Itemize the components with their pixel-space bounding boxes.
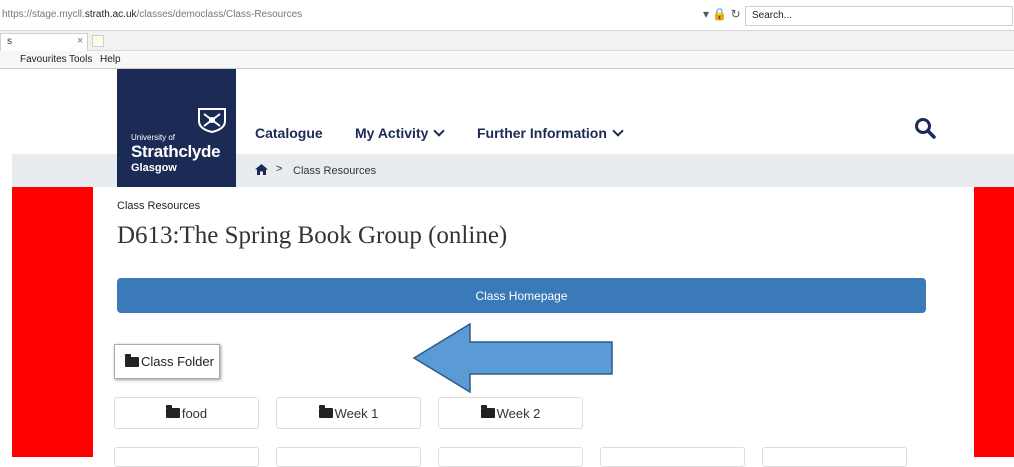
red-margin-right	[974, 187, 1014, 457]
logo-strathclyde: Strathclyde	[131, 142, 221, 161]
browser-address-bar[interactable]: https://stage.mycll.strath.ac.uk/classes…	[0, 0, 1014, 31]
page-title: D613:The Spring Book Group (online)	[117, 222, 508, 249]
search-icon[interactable]	[914, 117, 936, 139]
menu-tools[interactable]: Tools	[69, 54, 92, 65]
folder-button[interactable]	[276, 447, 421, 467]
folder-button-food[interactable]: food	[114, 397, 259, 429]
browser-tab[interactable]: s ×	[0, 33, 88, 51]
crest-icon	[198, 108, 226, 133]
nav-my-activity[interactable]: My Activity	[355, 125, 446, 141]
browser-search-input[interactable]: Search...	[745, 6, 1013, 26]
class-homepage-button[interactable]: Class Homepage	[117, 278, 926, 313]
tab-label: s	[7, 36, 12, 47]
university-logo[interactable]: University of Strathclyde Glasgow	[117, 69, 236, 187]
nav-catalogue[interactable]: Catalogue	[255, 125, 323, 141]
breadcrumb-separator: >	[276, 163, 283, 175]
close-icon[interactable]: ×	[77, 35, 83, 47]
home-icon[interactable]	[255, 164, 268, 175]
folder-icon	[125, 353, 139, 367]
menu-favourites[interactable]: Favourites	[20, 54, 67, 65]
section-label: Class Resources	[117, 200, 201, 212]
folder-button[interactable]	[762, 447, 907, 467]
folder-button-week-2[interactable]: Week 2	[438, 397, 583, 429]
menu-bar: Favourites Tools Help	[0, 51, 1014, 69]
search-placeholder: Search...	[752, 10, 793, 21]
folder-icon	[165, 405, 180, 418]
folder-button[interactable]	[600, 447, 745, 467]
folder-button[interactable]	[438, 447, 583, 467]
folder-button[interactable]	[114, 447, 259, 467]
menu-help[interactable]: Help	[100, 54, 121, 65]
new-tab-icon[interactable]	[92, 35, 104, 47]
chevron-down-icon	[433, 125, 446, 137]
chevron-down-icon	[612, 125, 624, 137]
address-controls[interactable]: ▾ 🔒 ↻	[703, 7, 741, 21]
nav-further-information[interactable]: Further Information	[477, 125, 624, 141]
class-folder-button[interactable]: Class Folder	[114, 344, 220, 379]
url-text[interactable]: https://stage.mycll.strath.ac.uk/classes…	[2, 9, 302, 20]
logo-university-of: University of	[131, 133, 176, 142]
folder-icon	[318, 405, 333, 418]
folder-icon	[480, 405, 495, 418]
folder-button-week-1[interactable]: Week 1	[276, 397, 421, 429]
logo-glasgow: Glasgow	[131, 162, 177, 174]
breadcrumb-current: Class Resources	[293, 165, 377, 177]
annotation-arrow	[412, 322, 613, 394]
red-margin-left	[12, 187, 93, 457]
tab-strip: s ×	[0, 31, 1014, 51]
